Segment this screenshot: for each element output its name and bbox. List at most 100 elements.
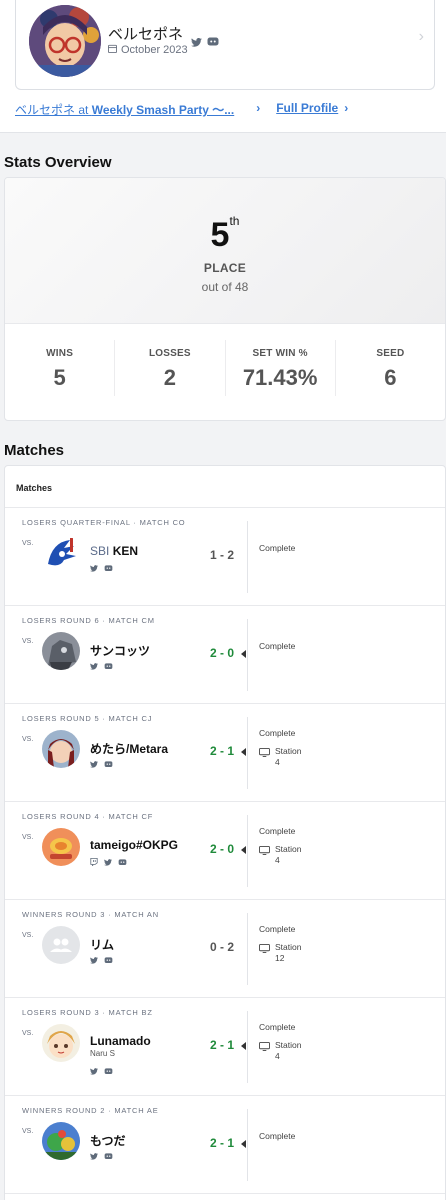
opponent-avatar[interactable]	[42, 926, 80, 964]
win-caret-icon	[241, 650, 246, 658]
station-number: 12	[275, 953, 285, 963]
discord-icon[interactable]	[104, 1062, 113, 1080]
link-event: Weekly Smash Party ～...	[91, 103, 235, 117]
stat-losses: LOSSES 2	[114, 340, 224, 396]
chevron-right-icon: ›	[418, 28, 424, 45]
match-row[interactable]: LOSERS ROUND 4 · MATCH CF VS. tameigo#OKPG…	[5, 802, 445, 900]
stat-label: SEED	[376, 348, 405, 359]
place-label: PLACE	[203, 261, 247, 275]
opponent-avatar[interactable]	[42, 1024, 80, 1062]
link-player: ベルセポネ	[15, 103, 76, 117]
entrant-count: out of 48	[201, 280, 249, 294]
divider	[247, 913, 248, 985]
discord-icon[interactable]	[207, 34, 219, 46]
win-caret-icon	[241, 748, 246, 756]
station-label: Station	[275, 942, 302, 952]
chevron-right-icon: ›	[256, 101, 261, 115]
opponent-avatar[interactable]	[42, 828, 80, 866]
opponent-socials	[90, 1147, 113, 1165]
discord-icon[interactable]	[104, 1147, 113, 1165]
opponent-name[interactable]: SBI KEN	[90, 544, 138, 558]
match-status: Complete	[259, 1022, 296, 1032]
match-status: Complete	[259, 924, 296, 934]
match-row[interactable]: LOSERS ROUND 5 · MATCH CJ VS. めたら/Metara 2 …	[5, 704, 445, 802]
opponent-tag: めたら/Metara	[90, 742, 169, 756]
calendar-icon	[108, 44, 117, 56]
match-score: 0 - 2	[210, 940, 235, 954]
match-row[interactable]: LOSERS ROUND 3 · MATCH BZ VS. Lunamado Naru…	[5, 998, 445, 1096]
opponent-avatar[interactable]	[42, 730, 80, 768]
match-round: LOSERS ROUND 4 · MATCH CF	[22, 812, 154, 821]
twitter-icon[interactable]	[90, 1062, 98, 1080]
match-score: 2 - 1	[210, 1038, 235, 1052]
opponent-tag: Lunamado	[90, 1034, 151, 1048]
match-status: Complete	[259, 641, 296, 651]
divider	[247, 1011, 248, 1083]
twitter-icon[interactable]	[90, 657, 98, 675]
opponent-avatar[interactable]	[42, 1122, 80, 1160]
opponent-name[interactable]: tameigo#OKPG	[90, 838, 178, 852]
opponent-socials	[90, 657, 113, 675]
match-score: 2 - 0	[210, 842, 235, 856]
opponent-avatar[interactable]	[42, 534, 80, 572]
vs-label: VS.	[22, 1030, 34, 1037]
vs-label: VS.	[22, 638, 34, 645]
stat-row: WINS 5 LOSSES 2 SET WIN % 71.43% SEED 6	[5, 324, 445, 420]
match-row[interactable]: WINNERS ROUND 2 · MATCH AE VS. もつだ 2 - 1 Com…	[5, 1096, 445, 1194]
station-info: Station 4	[259, 1040, 301, 1062]
discord-icon[interactable]	[118, 853, 127, 871]
opponent-prefix: SBI	[90, 544, 110, 558]
opponent-socials	[90, 755, 113, 773]
opponent-socials	[90, 853, 127, 871]
twitter-icon[interactable]	[90, 1147, 98, 1165]
twitter-icon[interactable]	[90, 559, 98, 577]
station-info: Station 12	[259, 942, 301, 964]
vs-label: VS.	[22, 932, 34, 939]
matches-title: Matches	[4, 442, 65, 459]
discord-icon[interactable]	[104, 657, 113, 675]
opponent-name[interactable]: Lunamado	[90, 1034, 151, 1048]
opponent-tag: もつだ	[90, 1134, 126, 1148]
monitor-icon	[259, 944, 270, 964]
twitter-icon[interactable]	[191, 34, 203, 47]
station-number: 4	[275, 1051, 280, 1061]
event-link[interactable]: ベルセポネ at Weekly Smash Party ～...	[15, 101, 234, 118]
stats-card: 5th PLACE out of 48 WINS 5 LOSSES 2 SET …	[4, 177, 446, 421]
discord-icon[interactable]	[104, 559, 113, 577]
station-number: 4	[275, 757, 280, 767]
divider	[247, 521, 248, 593]
stat-seed: SEED 6	[334, 340, 445, 396]
monitor-icon	[259, 748, 270, 768]
twitter-icon[interactable]	[90, 951, 98, 969]
divider	[247, 619, 248, 691]
twitter-icon[interactable]	[104, 853, 112, 871]
discord-icon[interactable]	[104, 951, 113, 969]
match-row[interactable]: LOSERS QUARTER-FINAL · MATCH CO VS. SBI KE…	[5, 508, 445, 606]
match-row[interactable]: LOSERS ROUND 6 · MATCH CM VS. サンコッツ 2 - 0 Co…	[5, 606, 445, 704]
divider	[247, 815, 248, 887]
twitch-icon[interactable]	[90, 853, 98, 871]
full-profile-label: Full Profile	[276, 101, 339, 115]
opponent-socials	[90, 1062, 113, 1080]
win-caret-icon	[241, 846, 246, 854]
chevron-right-icon: ›	[344, 101, 349, 115]
match-round: LOSERS ROUND 3 · MATCH BZ	[22, 1008, 153, 1017]
twitter-icon[interactable]	[90, 755, 98, 773]
matches-card: Matches LOSERS QUARTER-FINAL · MATCH CO V…	[4, 465, 446, 1200]
profile-links: ベルセポネ at Weekly Smash Party ～... › Full P…	[15, 101, 348, 118]
place-value: 5	[210, 216, 230, 254]
profile-card: ベルセポネ October 2023 › ベルセポネ at Weekly Sma…	[0, 0, 446, 133]
player-name: ベルセポネ	[108, 26, 184, 43]
station-label: Station	[275, 844, 302, 854]
stat-label: LOSSES	[148, 348, 191, 359]
player-summary[interactable]: ベルセポネ October 2023 ›	[15, 0, 435, 90]
match-row[interactable]: WINNERS ROUND 3 · MATCH AN VS. リム 0 - 2 Comp…	[5, 900, 445, 998]
vs-label: VS.	[22, 834, 34, 841]
match-status: Complete	[259, 543, 296, 553]
match-round: LOSERS QUARTER-FINAL · MATCH CO	[22, 518, 186, 527]
stat-wins: WINS 5	[5, 340, 114, 396]
match-score: 2 - 1	[210, 1136, 235, 1150]
discord-icon[interactable]	[104, 755, 113, 773]
opponent-avatar[interactable]	[42, 632, 80, 670]
full-profile-link[interactable]: Full Profile	[276, 101, 338, 118]
